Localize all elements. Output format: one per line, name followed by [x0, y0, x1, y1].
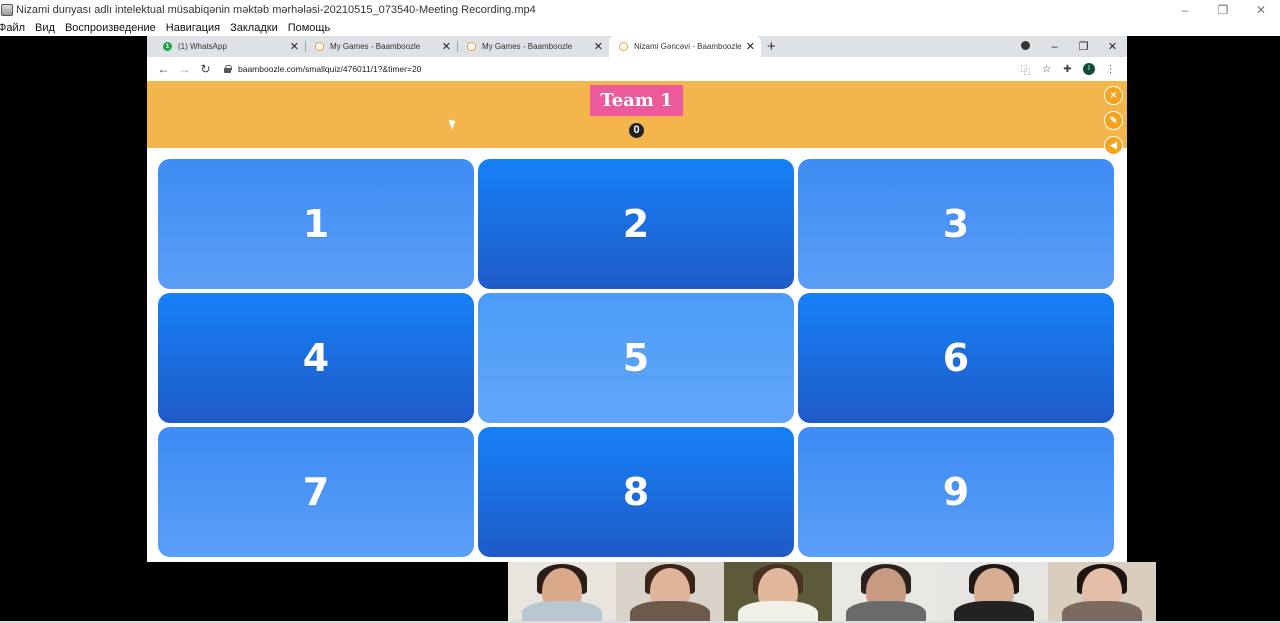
- tab-label: My Games - Baamboozle: [330, 42, 421, 51]
- close-icon[interactable]: ✕: [1242, 0, 1280, 20]
- participant-body: [954, 601, 1034, 621]
- edit-pencil-icon[interactable]: ✎: [1104, 111, 1123, 130]
- participant-body: [630, 601, 710, 621]
- menu-bookmarks[interactable]: Закладки: [230, 20, 278, 36]
- minimize-icon[interactable]: –: [1166, 0, 1204, 20]
- question-tile-5[interactable]: 5: [478, 293, 794, 423]
- question-tile-7[interactable]: 7: [158, 427, 474, 557]
- tab-label: Nizami Gəncəvi - Baamboozle: [634, 42, 742, 51]
- media-player-icon: [1, 4, 13, 16]
- forward-arrow-icon[interactable]: →: [174, 62, 195, 76]
- close-icon[interactable]: ✕: [1098, 40, 1127, 53]
- url-text: baamboozle.com/smallquiz/476011/1?&timer…: [238, 64, 422, 74]
- menu-file[interactable]: Файл: [0, 20, 25, 36]
- question-tile-9[interactable]: 9: [798, 427, 1114, 557]
- lock-icon: [224, 65, 232, 73]
- participant-video-1[interactable]: [508, 562, 616, 621]
- extensions-icon[interactable]: ✚: [1057, 64, 1078, 75]
- reload-icon[interactable]: ↻: [195, 62, 216, 76]
- team-score: 0: [629, 123, 644, 138]
- player-title-bar: Nizami dunyası adlı intelektual müsabiqə…: [0, 0, 1280, 20]
- meeting-participants-strip: [508, 562, 1156, 621]
- window-controls: – ❐ ✕: [1166, 0, 1280, 20]
- restore-icon[interactable]: ❐: [1204, 0, 1242, 20]
- browser-toolbar: ← → ↻ baamboozle.com/smallquiz/476011/1?…: [147, 57, 1127, 81]
- question-tile-4[interactable]: 4: [158, 293, 474, 423]
- participant-body: [1062, 601, 1142, 621]
- player-menu-bar: Файл Вид Воспроизведение Навигация Закла…: [0, 20, 1280, 36]
- close-game-icon[interactable]: ✕: [1104, 86, 1123, 105]
- menu-kebab-icon[interactable]: ⋮: [1100, 64, 1121, 75]
- tab-my-games-2[interactable]: My Games - Baamboozle ✕: [457, 36, 609, 57]
- team-bar: Team 1 0 ✕ ✎ ◀: [147, 81, 1127, 155]
- tab-close-icon[interactable]: ✕: [442, 40, 451, 53]
- baamboozle-icon: [467, 42, 476, 51]
- question-grid: 1 2 3 4 5 6 7 8 9: [158, 159, 1114, 557]
- baamboozle-icon: [619, 42, 628, 51]
- participant-video-2[interactable]: [616, 562, 724, 621]
- participant-video-4[interactable]: [832, 562, 940, 621]
- browser-window-controls: – ❐ ✕: [1011, 36, 1127, 57]
- new-tab-icon[interactable]: +: [767, 36, 776, 57]
- question-tile-1[interactable]: 1: [158, 159, 474, 289]
- tab-whatsapp[interactable]: 1 (1) WhatsApp ✕: [153, 36, 305, 57]
- tab-close-icon[interactable]: ✕: [290, 40, 299, 53]
- question-tile-3[interactable]: 3: [798, 159, 1114, 289]
- address-bar[interactable]: baamboozle.com/smallquiz/476011/1?&timer…: [216, 59, 1015, 79]
- sound-icon[interactable]: ◀: [1104, 136, 1123, 155]
- participant-body: [522, 601, 602, 621]
- participant-body: [846, 601, 926, 621]
- baamboozle-game-page: Team 1 0 ✕ ✎ ◀ 1 2 3 4 5 6 7 8 9: [147, 81, 1127, 562]
- mouse-cursor-icon: [448, 117, 458, 130]
- bookmark-star-icon[interactable]: ☆: [1036, 64, 1057, 75]
- game-tools: ✕ ✎ ◀: [1104, 86, 1123, 155]
- tab-close-icon[interactable]: ✕: [746, 40, 755, 53]
- tab-nizami-gencevi[interactable]: Nizami Gəncəvi - Baamboozle ✕: [609, 36, 761, 57]
- player-window-title: Nizami dunyası adlı intelektual müsabiqə…: [16, 4, 536, 16]
- profile-avatar[interactable]: I: [1083, 63, 1095, 75]
- tab-label: My Games - Baamboozle: [482, 42, 573, 51]
- translate-icon[interactable]: ⿻: [1015, 62, 1036, 77]
- menu-view[interactable]: Вид: [35, 20, 55, 36]
- browser-window: 1 (1) WhatsApp ✕ My Games - Baamboozle ✕…: [147, 36, 1127, 562]
- menu-help[interactable]: Помощь: [288, 20, 331, 36]
- maximize-icon[interactable]: ❐: [1069, 40, 1098, 53]
- question-tile-8[interactable]: 8: [478, 427, 794, 557]
- minimize-icon[interactable]: –: [1040, 41, 1069, 53]
- menu-navigation[interactable]: Навигация: [166, 20, 220, 36]
- question-tile-2[interactable]: 2: [478, 159, 794, 289]
- baamboozle-icon: [315, 42, 324, 51]
- back-arrow-icon[interactable]: ←: [153, 62, 174, 76]
- tab-label: (1) WhatsApp: [178, 42, 227, 51]
- whatsapp-icon: 1: [163, 42, 172, 51]
- tab-search-icon[interactable]: [1011, 40, 1040, 53]
- toolbar-actions: ⿻ ☆ ✚ I ⋮: [1015, 62, 1121, 77]
- tab-close-icon[interactable]: ✕: [594, 40, 603, 53]
- tab-strip: 1 (1) WhatsApp ✕ My Games - Baamboozle ✕…: [147, 36, 1127, 57]
- participant-video-5[interactable]: [940, 562, 1048, 621]
- participant-body: [738, 601, 818, 621]
- tab-my-games-1[interactable]: My Games - Baamboozle ✕: [305, 36, 457, 57]
- team-name-badge[interactable]: Team 1: [590, 85, 683, 116]
- participant-video-3[interactable]: [724, 562, 832, 621]
- participant-video-6[interactable]: [1048, 562, 1156, 621]
- menu-playback[interactable]: Воспроизведение: [65, 20, 156, 36]
- question-tile-6[interactable]: 6: [798, 293, 1114, 423]
